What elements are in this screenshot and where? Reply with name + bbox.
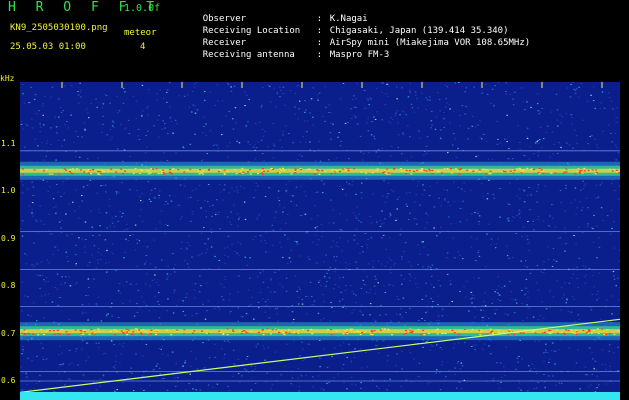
info-value: Maspro FM-3 bbox=[329, 50, 390, 60]
timestamp: 25.05.03 01:00 bbox=[10, 42, 86, 52]
app-version: 1.0.0f bbox=[124, 3, 161, 14]
y-tick-label: 0.7 bbox=[1, 328, 16, 338]
y-tick-label: 1.0 bbox=[1, 186, 16, 196]
spectrogram-plot bbox=[20, 82, 620, 400]
info-separator: : bbox=[316, 50, 323, 60]
meteor-label: meteor bbox=[124, 28, 157, 38]
y-axis: 1.1 1.0 0.9 0.8 0.7 0.6 bbox=[0, 74, 20, 400]
strong-carrier-band bbox=[20, 161, 620, 180]
y-tick-label: 1.1 bbox=[1, 138, 16, 148]
info-row-antenna: Receiving antenna: Maspro FM-3 bbox=[181, 40, 390, 70]
info-label: Receiving antenna bbox=[202, 50, 295, 60]
y-tick-label: 0.6 bbox=[1, 376, 16, 385]
hrofft-window: H R O F F T 1.0.0f KN9_2505030100.png me… bbox=[0, 0, 629, 400]
y-tick-label: 0.8 bbox=[1, 281, 16, 291]
spectrogram-svg bbox=[20, 82, 620, 400]
strong-carrier-band bbox=[20, 322, 620, 341]
bottom-noise-strip bbox=[20, 392, 620, 400]
file-name: KN9_2505030100.png bbox=[10, 23, 108, 33]
meteor-count: 4 bbox=[140, 42, 146, 52]
y-tick-label: 0.9 bbox=[1, 233, 16, 243]
